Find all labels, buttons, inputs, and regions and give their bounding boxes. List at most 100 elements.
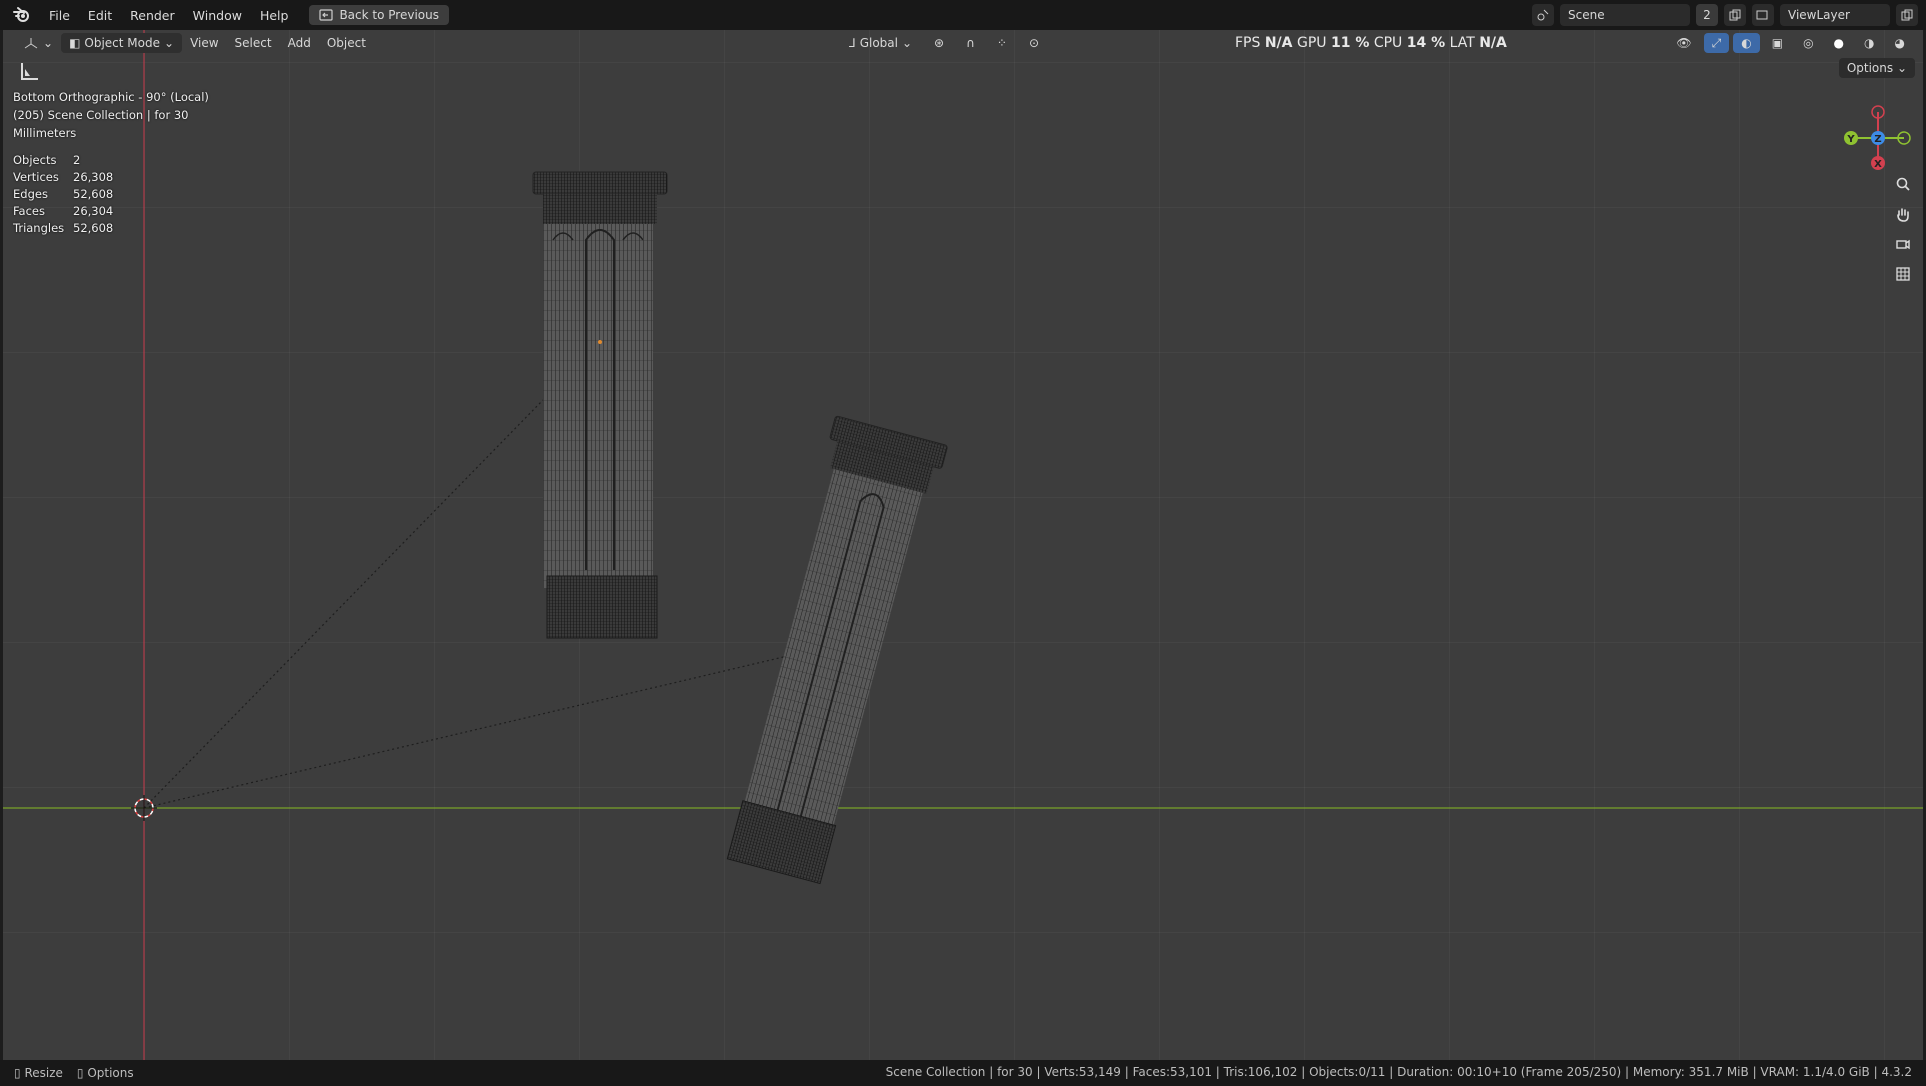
orientation-label: Global (859, 36, 898, 50)
grid-snap-icon: ⁘ (996, 36, 1007, 50)
menu-help[interactable]: Help (251, 8, 298, 23)
top-menubar: File Edit Render Window Help Back to Pre… (0, 0, 1926, 30)
menu-render[interactable]: Render (121, 8, 184, 23)
column-object-1[interactable] (532, 171, 668, 639)
magnifier-icon (1896, 177, 1910, 191)
stat-value: 2 (73, 153, 81, 167)
navigation-gizmo[interactable]: Y Z X (1833, 90, 1923, 180)
gpu-value: 11 % (1330, 35, 1370, 51)
visibility-dropdown[interactable]: 👁 (1668, 33, 1699, 53)
mouse-right-icon: ▯ (76, 1066, 84, 1080)
magnet-icon: ∩ (966, 36, 975, 50)
menu-add[interactable]: Add (280, 33, 319, 53)
gpu-label: GPU (1296, 35, 1327, 51)
chevron-down-icon: ⌄ (901, 36, 913, 50)
parent-relation-line (143, 649, 814, 809)
menu-file[interactable]: File (40, 8, 79, 23)
chevron-down-icon: ⌄ (164, 36, 175, 50)
back-to-previous-button[interactable]: Back to Previous (309, 5, 449, 25)
units-label: Millimeters (13, 126, 77, 140)
column-object-2[interactable] (718, 415, 948, 886)
material-sphere-icon: ◑ (1864, 36, 1875, 50)
3d-viewport[interactable]: ⌄ ◧ Object Mode ⌄ View Select Add Object… (3, 30, 1923, 1060)
stat-label: Triangles (13, 221, 65, 235)
x-axis-label: X (1874, 159, 1882, 170)
scene-controls: Scene 2 ViewLayer (1532, 4, 1918, 26)
scene-user-count[interactable]: 2 (1696, 4, 1718, 26)
wireframe-shading-button[interactable]: ◎ (1795, 33, 1821, 53)
mouse-left-icon: ▯ (14, 1066, 21, 1080)
fps-value: N/A (1264, 35, 1293, 51)
status-hint-label: Options (87, 1066, 134, 1080)
chevron-down-icon: ⌄ (43, 36, 54, 50)
3d-view-icon (24, 38, 38, 49)
stat-label: Edges (13, 187, 48, 201)
menu-select[interactable]: Select (227, 33, 280, 53)
chevron-down-icon: ⌄ (1893, 61, 1907, 75)
screen-back-icon (319, 9, 334, 21)
copy-icon (1901, 9, 1913, 21)
status-scene-stats: Scene Collection | for 30 | Verts:53,149… (885, 1065, 1912, 1079)
pivot-point-dropdown[interactable]: ⊛ (926, 33, 952, 53)
status-hint-resize: ▯ Resize (14, 1066, 63, 1080)
stat-value: 26,304 (73, 204, 114, 218)
new-viewlayer-icon[interactable] (1896, 4, 1918, 26)
editor-type-button[interactable]: ⌄ (15, 33, 61, 53)
status-hint-label: Resize (24, 1066, 63, 1080)
3d-cursor[interactable] (131, 795, 157, 821)
stat-row: Objects 2 (13, 152, 113, 169)
scene-statistics: Objects 2 Vertices 26,308 Edges 52,608 Face… (13, 152, 113, 237)
material-shading-button[interactable]: ◑ (1856, 33, 1882, 53)
scene-selector-icon[interactable] (1532, 4, 1554, 26)
ortho-toggle-tool[interactable] (1891, 262, 1915, 286)
y-axis-label: Y (1846, 134, 1855, 145)
parent-relation-line (143, 399, 544, 809)
pan-tool[interactable] (1891, 202, 1915, 226)
orientation-dropdown[interactable]: ⅃ Global ⌄ (841, 33, 920, 53)
blender-logo-icon[interactable] (12, 5, 32, 25)
active-tool-icon[interactable] (17, 60, 41, 84)
stat-value: 52,608 (73, 187, 114, 201)
solid-shading-button[interactable]: ● (1826, 33, 1852, 53)
proportional-icon: ⊙ (1028, 36, 1040, 50)
transform-orientation-icon: ⅃ (849, 36, 856, 50)
snap-toggle[interactable]: ∩ (958, 33, 983, 53)
scene-count-value: 2 (1703, 8, 1711, 22)
lat-value: N/A (1479, 35, 1507, 51)
z-axis-label: Z (1874, 134, 1881, 145)
stat-row: Edges 52,608 (13, 186, 113, 203)
cpu-value: 14 % (1406, 35, 1446, 51)
gizmo-toggle[interactable]: ⤢ (1703, 33, 1730, 53)
zoom-tool[interactable] (1891, 172, 1915, 196)
stat-row: Faces 26,304 (13, 203, 113, 220)
scene-icon (1537, 9, 1549, 21)
xray-toggle[interactable]: ▣ (1764, 33, 1791, 53)
rendered-shading-button[interactable]: ◕ (1887, 33, 1913, 53)
menu-window[interactable]: Window (184, 8, 251, 23)
menu-edit[interactable]: Edit (79, 8, 121, 23)
snap-target-dropdown[interactable]: ⁘ (989, 33, 1015, 53)
menu-view[interactable]: View (182, 33, 226, 53)
scene-name-field[interactable]: Scene (1560, 4, 1690, 26)
pivot-icon: ⊛ (934, 36, 945, 50)
overlay-toggle[interactable]: ◐ (1733, 33, 1760, 53)
stat-row: Vertices 26,308 (13, 169, 113, 186)
object-mode-dropdown[interactable]: ◧ Object Mode ⌄ (61, 33, 183, 53)
layers-icon (1756, 10, 1768, 20)
stat-label: Vertices (13, 170, 59, 184)
options-dropdown[interactable]: Options ⌄ (1838, 58, 1915, 78)
new-scene-icon[interactable] (1724, 4, 1746, 26)
overlay-icon: ◐ (1741, 36, 1752, 50)
rendered-sphere-icon: ◕ (1894, 36, 1905, 50)
performance-overlay: FPS N/A GPU 11 % CPU 14 % LAT N/A (1235, 35, 1507, 51)
menu-object[interactable]: Object (319, 33, 374, 53)
viewlayer-selector-icon[interactable] (1752, 4, 1774, 26)
collection-info: (205) Scene Collection | for 30 (13, 108, 189, 122)
proportional-edit-toggle[interactable]: ⊙ (1021, 33, 1047, 53)
view-layer-field[interactable]: ViewLayer (1780, 4, 1890, 26)
camera-view-tool[interactable] (1891, 232, 1915, 256)
xray-icon: ▣ (1771, 36, 1784, 50)
status-hint-options: ▯ Options (77, 1066, 134, 1080)
gizmo-icon: ⤢ (1711, 35, 1722, 50)
stat-row: Triangles 52,608 (13, 220, 113, 237)
